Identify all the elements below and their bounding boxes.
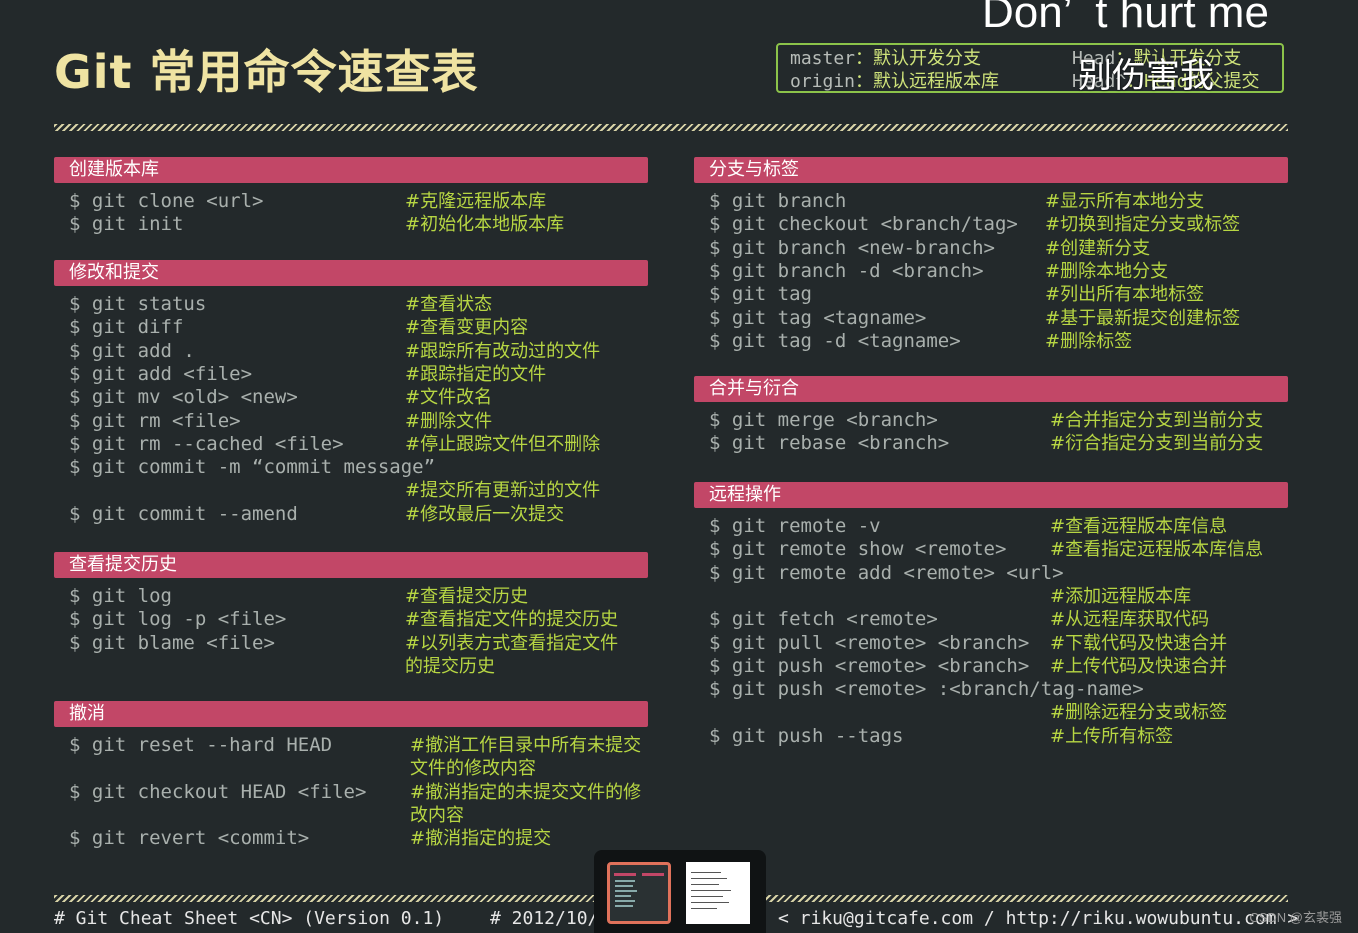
command-modify: $ git diff: [69, 316, 184, 339]
comment-branch: #删除标签: [1045, 330, 1133, 352]
comment-modify: #跟踪所有改动过的文件: [405, 340, 601, 362]
comment-remote: #上传代码及快速合并: [1050, 655, 1228, 677]
legend-left: master：默认开发分支 origin：默认远程版本库: [790, 47, 999, 93]
comment-branch: #删除本地分支: [1045, 260, 1169, 282]
watermark: CSDN @玄裴强: [1249, 910, 1342, 925]
command-modify: $ git add <file>: [69, 362, 253, 385]
command-branch: $ git branch -d <branch>: [709, 259, 984, 282]
comment-modify: #跟踪指定的文件: [405, 363, 547, 385]
comment-merge: #合并指定分支到当前分支: [1050, 410, 1264, 431]
comment-modify: #查看状态: [405, 294, 493, 315]
comment-create: #初始化本地版本库: [405, 214, 565, 236]
comment-history: #以列表方式查看指定文件: [405, 632, 619, 654]
command-remote: $ git remote show <remote>: [709, 538, 1007, 561]
top-divider: [54, 124, 1288, 131]
footer-date: # 2012/10/: [490, 908, 599, 929]
command-history: $ git blame <file>: [69, 631, 275, 654]
command-modify: $ git add .: [69, 339, 195, 362]
command-modify: $ git rm <file>: [69, 409, 241, 432]
command-merge: $ git merge <branch>: [709, 409, 938, 431]
comment-modify: #查看变更内容: [405, 317, 529, 339]
comment-undo: #撤消指定的提交: [410, 828, 552, 850]
command-remote: $ git push <remote> :<branch/tag-name>: [709, 678, 1144, 701]
comment-remote: #下载代码及快速合并: [1050, 632, 1228, 654]
command-branch: $ git tag: [709, 283, 812, 306]
comment-undo: #撤消指定的未提交文件的修: [410, 781, 642, 803]
comment-remote: #从远程库获取代码: [1050, 609, 1210, 631]
command-create: $ git clone <url>: [69, 190, 264, 212]
footer-version: # Git Cheat Sheet <CN> (Version 0.1): [54, 908, 445, 929]
overlay-caption-en: Don’ t hurt me: [982, 0, 1269, 37]
comment-history: #查看指定文件的提交历史: [405, 609, 619, 631]
command-branch: $ git tag -d <tagname>: [709, 329, 961, 352]
comment-branch: #基于最新提交创建标签: [1045, 307, 1241, 329]
slide-thumbnail-next[interactable]: [686, 862, 750, 924]
comment-branch: #创建新分支: [1045, 237, 1151, 259]
legend-key: origin: [790, 71, 856, 92]
command-history: $ git log -p <file>: [69, 608, 287, 631]
legend-value: ：默认开发分支: [855, 48, 982, 69]
command-branch: $ git tag <tagname>: [709, 306, 927, 329]
command-history: $ git log: [69, 585, 172, 607]
command-undo: $ git checkout HEAD <file>: [69, 780, 367, 803]
command-create: $ git init: [69, 213, 184, 236]
comment-undo: 改内容: [410, 804, 464, 826]
comment-remote: #上传所有标签: [1050, 725, 1174, 747]
overlay-caption-cn: 别伤害我: [1078, 56, 1214, 96]
comment-branch: #列出所有本地标签: [1045, 284, 1205, 306]
footer-contact: < riku@gitcafe.com / http://riku.wowubun…: [778, 908, 1299, 929]
command-modify: $ git commit --amend: [69, 502, 298, 525]
comment-merge: #衍合指定分支到当前分支: [1050, 433, 1264, 455]
command-remote: $ git remote add <remote> <url>: [709, 561, 1064, 584]
command-merge: $ git rebase <branch>: [709, 432, 950, 455]
command-branch: $ git branch: [709, 190, 847, 212]
comment-create: #克隆远程版本库: [405, 191, 547, 212]
comment-history: 的提交历史: [405, 655, 495, 677]
command-branch: $ git checkout <branch/tag>: [709, 213, 1018, 236]
command-remote: $ git push --tags: [709, 724, 904, 747]
command-modify: $ git mv <old> <new>: [69, 386, 298, 409]
slide-thumbnail-strip: [594, 850, 766, 933]
comment-remote: #查看指定远程版本库信息: [1050, 539, 1264, 561]
command-undo: $ git revert <commit>: [69, 827, 310, 850]
command-remote: $ git fetch <remote>: [709, 608, 938, 631]
comment-branch: #切换到指定分支或标签: [1045, 214, 1241, 236]
section-header-remote: 远程操作: [694, 482, 1288, 508]
section-header-modify: 修改和提交: [54, 260, 648, 286]
comment-history: #查看提交历史: [405, 586, 529, 607]
section-header-history: 查看提交历史: [54, 552, 648, 578]
comment-undo: 文件的修改内容: [410, 758, 536, 780]
command-modify: $ git status: [69, 293, 207, 315]
command-modify: $ git commit -m “commit message”: [69, 456, 436, 479]
section-header-branch: 分支与标签: [694, 157, 1288, 183]
slide-thumbnail-current[interactable]: [607, 862, 671, 924]
command-remote: $ git push <remote> <branch>: [709, 654, 1030, 677]
legend-key: master: [790, 48, 856, 69]
command-remote: $ git remote -v: [709, 515, 881, 537]
section-header-merge: 合并与衍合: [694, 376, 1288, 402]
section-header-undo: 撤消: [54, 701, 648, 727]
comment-modify: #停止跟踪文件但不删除: [405, 433, 601, 455]
section-header-create: 创建版本库: [54, 157, 648, 183]
comment-modify: #删除文件: [405, 410, 493, 432]
command-undo: $ git reset --hard HEAD: [69, 734, 333, 756]
comment-modify: #提交所有更新过的文件: [405, 480, 601, 502]
command-remote: $ git pull <remote> <branch>: [709, 631, 1030, 654]
comment-undo: #撤消工作目录中所有未提交: [410, 735, 642, 756]
comment-remote: #查看远程版本库信息: [1050, 516, 1228, 537]
comment-modify: #文件改名: [405, 387, 493, 409]
command-branch: $ git branch <new-branch>: [709, 236, 995, 259]
comment-modify: #修改最后一次提交: [405, 503, 565, 525]
page-title: Git 常用命令速查表: [54, 45, 479, 99]
legend-value: ：默认远程版本库: [855, 71, 1000, 92]
command-modify: $ git rm --cached <file>: [69, 432, 344, 455]
comment-remote: #添加远程版本库: [1050, 585, 1192, 607]
comment-branch: #显示所有本地分支: [1045, 191, 1205, 212]
comment-remote: #删除远程分支或标签: [1050, 702, 1228, 724]
